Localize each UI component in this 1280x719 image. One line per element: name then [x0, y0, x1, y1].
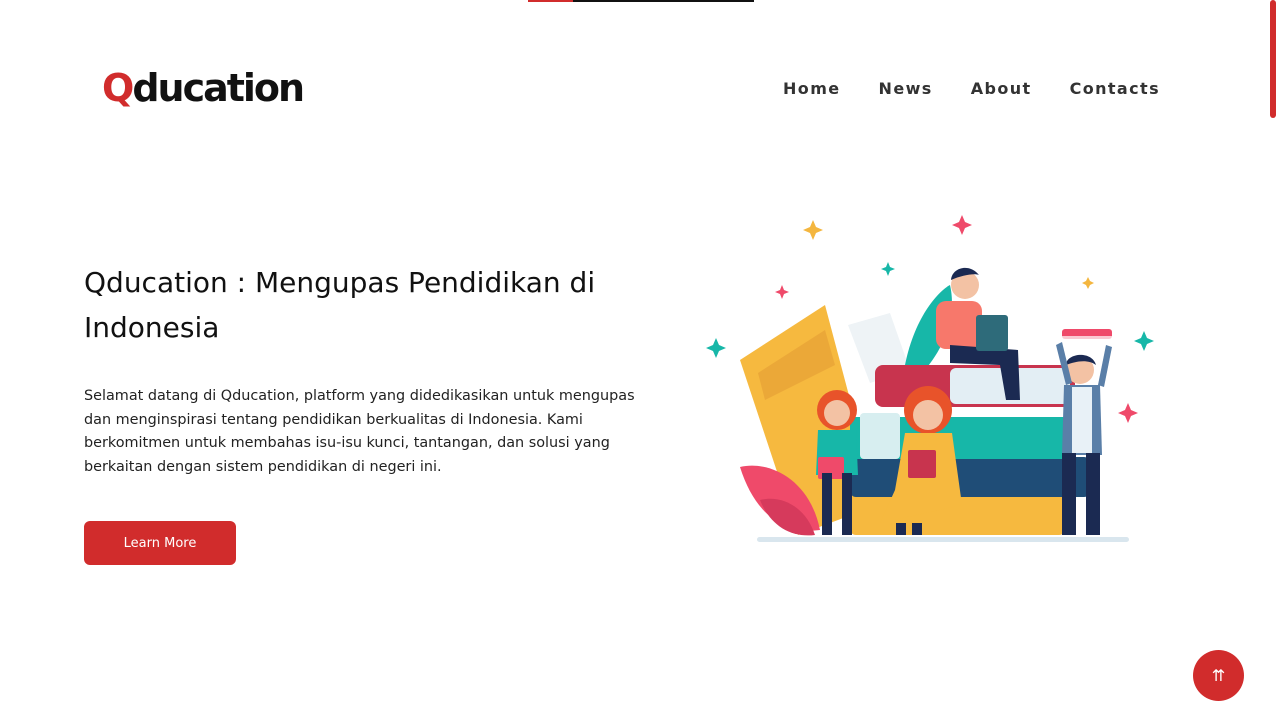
site-header: Qducation Home News About Contacts [102, 60, 1160, 116]
page: Qducation Home News About Contacts Qduca… [0, 0, 1280, 719]
nav-news[interactable]: News [879, 79, 933, 98]
scroll-indicator[interactable] [1270, 0, 1276, 118]
nav-contacts[interactable]: Contacts [1070, 79, 1160, 98]
hero-title: Qducation : Mengupas Pendidikan di Indon… [84, 266, 596, 344]
back-to-top-button[interactable]: ⇈ [1193, 650, 1244, 701]
logo-text: ducation [132, 66, 305, 110]
logo[interactable]: Qducation [102, 66, 305, 110]
reading-progress-fill [528, 0, 574, 2]
logo-q: Q [102, 66, 134, 110]
learn-more-button[interactable]: Learn More [84, 521, 236, 565]
nav-about[interactable]: About [971, 79, 1032, 98]
education-illustration [706, 215, 1154, 542]
nav-home[interactable]: Home [783, 79, 841, 98]
double-arrow-up-icon: ⇈ [1211, 666, 1226, 685]
hero-description: Selamat datang di Qducation, platform ya… [84, 388, 635, 475]
main-nav: Home News About Contacts [783, 79, 1160, 98]
reading-progress-bar [528, 0, 754, 2]
